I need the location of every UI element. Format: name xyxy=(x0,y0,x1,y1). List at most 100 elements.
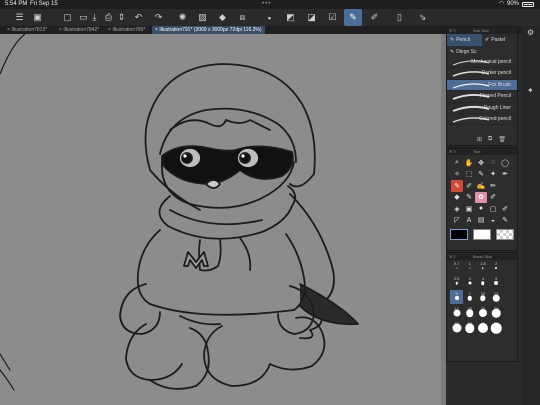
figure-icon[interactable]: ● xyxy=(475,203,487,215)
invert-icon[interactable]: ◪ xyxy=(304,9,319,26)
frame-icon[interactable]: ▢ xyxy=(487,203,499,215)
brush-item[interactable]: Rough Liner xyxy=(447,103,517,114)
brush-tool-icon[interactable]: ✎ xyxy=(451,180,463,192)
airbrush-icon[interactable]: ✐ xyxy=(463,180,475,192)
drawing-canvas[interactable] xyxy=(0,34,446,405)
brush-item[interactable]: Darker pencil xyxy=(447,68,517,80)
pen-icon[interactable]: ✎ xyxy=(344,9,362,26)
brush-item[interactable]: Colored pencil xyxy=(447,114,517,126)
brush-size-option[interactable]: 17 xyxy=(450,305,463,319)
redo-icon[interactable]: ↷ xyxy=(151,9,166,26)
brush-size-option xyxy=(503,260,516,274)
brush-alt-icon[interactable]: ✎ xyxy=(463,192,475,204)
brush-size-option[interactable]: 15 xyxy=(490,290,503,304)
tab-pencil[interactable]: ✎ Pencil xyxy=(447,34,482,46)
blank-icon xyxy=(511,169,523,181)
select-icon[interactable]: ▪ xyxy=(262,9,277,26)
bucket-icon[interactable]: ◆ xyxy=(215,9,230,26)
brush-size-option[interactable]: 40 xyxy=(450,320,463,334)
correct-line-icon[interactable]: ◒ xyxy=(487,215,499,227)
multitask-dots-icon[interactable]: ••• xyxy=(262,0,271,9)
tab-illustration-791[interactable]: × Illustration791* (3000 x 3000px 72dpi … xyxy=(152,26,265,34)
decoration-icon[interactable]: ✍ xyxy=(475,180,487,192)
brush-size-option[interactable]: 1 xyxy=(463,260,476,274)
brush-size-option[interactable]: 70 xyxy=(490,320,503,334)
tab-illustration-7842[interactable]: × Illustration7842* xyxy=(56,26,102,34)
brush-size-option xyxy=(503,275,516,289)
phone-icon[interactable]: ▯ xyxy=(392,9,407,26)
brush-size-option[interactable]: 25 xyxy=(476,305,489,319)
menu-icon[interactable]: ☰ xyxy=(12,9,27,26)
brush-size-option[interactable]: 0.7 xyxy=(450,260,463,274)
brush-size-option[interactable]: 5 xyxy=(490,275,503,289)
line-icon[interactable]: ◸ xyxy=(451,215,463,227)
text-icon[interactable]: A xyxy=(463,215,475,227)
brush-size-option[interactable]: 30 xyxy=(490,305,503,319)
move-icon[interactable]: ✥ xyxy=(475,157,487,169)
gradient-icon[interactable]: ▣ xyxy=(463,203,475,215)
ruler-tool-icon[interactable]: ✐ xyxy=(499,203,511,215)
brush-size-option[interactable]: 1.5 xyxy=(476,260,489,274)
close-icon[interactable]: ✕ ≡ xyxy=(449,27,456,34)
tab-illustration-789[interactable]: × Illustration789* xyxy=(105,26,148,34)
tab-illustration-7813[interactable]: × Illustration7813* xyxy=(4,26,50,34)
fill-icon[interactable]: ▨ xyxy=(195,9,210,26)
add-brush-icon[interactable]: ⊞ xyxy=(477,136,482,143)
object-icon[interactable]: ✦ xyxy=(487,169,499,181)
hand-icon[interactable]: ✋ xyxy=(463,157,475,169)
brush-item[interactable]: Fox Brush xyxy=(447,79,517,92)
brush-size-option[interactable]: 7 xyxy=(463,290,476,304)
settings-icon[interactable]: ⇕ xyxy=(114,9,129,26)
eyedrop-alt-icon[interactable]: ✎ xyxy=(499,215,511,227)
liquify-icon[interactable]: ✐ xyxy=(487,192,499,204)
brush-size-option[interactable]: 50 xyxy=(463,320,476,334)
select-tool-icon[interactable]: ⬚ xyxy=(463,169,475,181)
check-icon[interactable]: ☑ xyxy=(325,9,340,26)
brush-item[interactable]: Mechanical pencil xyxy=(447,57,517,69)
speech-icon[interactable]: ◯ xyxy=(499,157,511,169)
brush-size-dot xyxy=(469,267,471,269)
snap-icon[interactable]: ⇘ xyxy=(415,9,430,26)
tool-grid: ⌕ ✋ ✥ ◌ ◯ ✧ ⬚ ✎ ✦ ✒ ✎ ✐ ✍ ✏ ◆ ✎ ✿ ✐ ◈ ▣ … xyxy=(447,155,517,226)
close-icon[interactable]: ✕ ≡ xyxy=(449,253,456,260)
gear-icon[interactable]: ⚙ xyxy=(527,28,534,37)
select-alt-icon[interactable]: ◩ xyxy=(283,9,298,26)
pencil-icon: ✎ xyxy=(450,37,455,43)
brush-size-option[interactable]: 4 xyxy=(476,275,489,289)
duplicate-brush-icon[interactable]: ⧉ xyxy=(488,136,492,143)
panel-header: ✕ ≡ Brush Size xyxy=(447,253,517,260)
close-icon[interactable]: ✕ ≡ xyxy=(449,148,456,155)
brush-size-option[interactable]: 2.5 xyxy=(450,275,463,289)
brush-size-option[interactable]: 6 xyxy=(450,290,464,304)
main-color-swatch[interactable] xyxy=(450,229,468,240)
blend-icon[interactable]: ✿ xyxy=(475,191,487,203)
magic-wand-icon[interactable]: ✧ xyxy=(451,169,463,181)
delete-brush-icon[interactable]: 🗑 xyxy=(498,136,506,143)
brush-size-option[interactable]: 2 xyxy=(490,260,503,274)
brush-size-option[interactable]: 20 xyxy=(463,305,476,319)
transparent-color-swatch[interactable] xyxy=(496,229,514,240)
save-icon[interactable]: ⤓ xyxy=(87,9,102,26)
ruler-icon[interactable]: ✐ xyxy=(367,9,382,26)
new-file-icon[interactable]: ▢ xyxy=(60,9,75,26)
lasso-icon[interactable]: ◌ xyxy=(487,157,499,169)
eraser-icon[interactable]: ◆ xyxy=(451,192,463,204)
pencil-tool-icon[interactable]: ✏ xyxy=(487,180,499,192)
fill-tool-icon[interactable]: ◈ xyxy=(451,203,463,215)
undo-icon[interactable]: ↶ xyxy=(131,9,146,26)
brush-item[interactable]: Flowed Pencil xyxy=(447,91,517,103)
zoom-icon[interactable]: ⌕ xyxy=(451,157,463,169)
tab-pastel[interactable]: ✐ Pastel xyxy=(482,34,517,46)
logo-icon[interactable]: ▣ xyxy=(30,9,45,26)
pen-tool-icon[interactable]: ✒ xyxy=(499,169,511,181)
brush-size-option[interactable]: 3 xyxy=(463,275,476,289)
tab-diego[interactable]: ✎ Diego Sc xyxy=(447,46,517,57)
sub-color-swatch[interactable] xyxy=(473,229,491,240)
transform-icon[interactable]: ⧈ xyxy=(235,9,250,26)
brush-size-option[interactable]: 60 xyxy=(476,320,489,334)
brush-size-option[interactable]: 10 xyxy=(476,290,489,304)
eyedropper-icon[interactable]: ✎ xyxy=(475,169,487,181)
balloon-icon[interactable]: ▤ xyxy=(475,215,487,227)
loading-icon[interactable]: ✺ xyxy=(175,9,190,26)
pin-icon[interactable]: ✦ xyxy=(527,86,534,95)
